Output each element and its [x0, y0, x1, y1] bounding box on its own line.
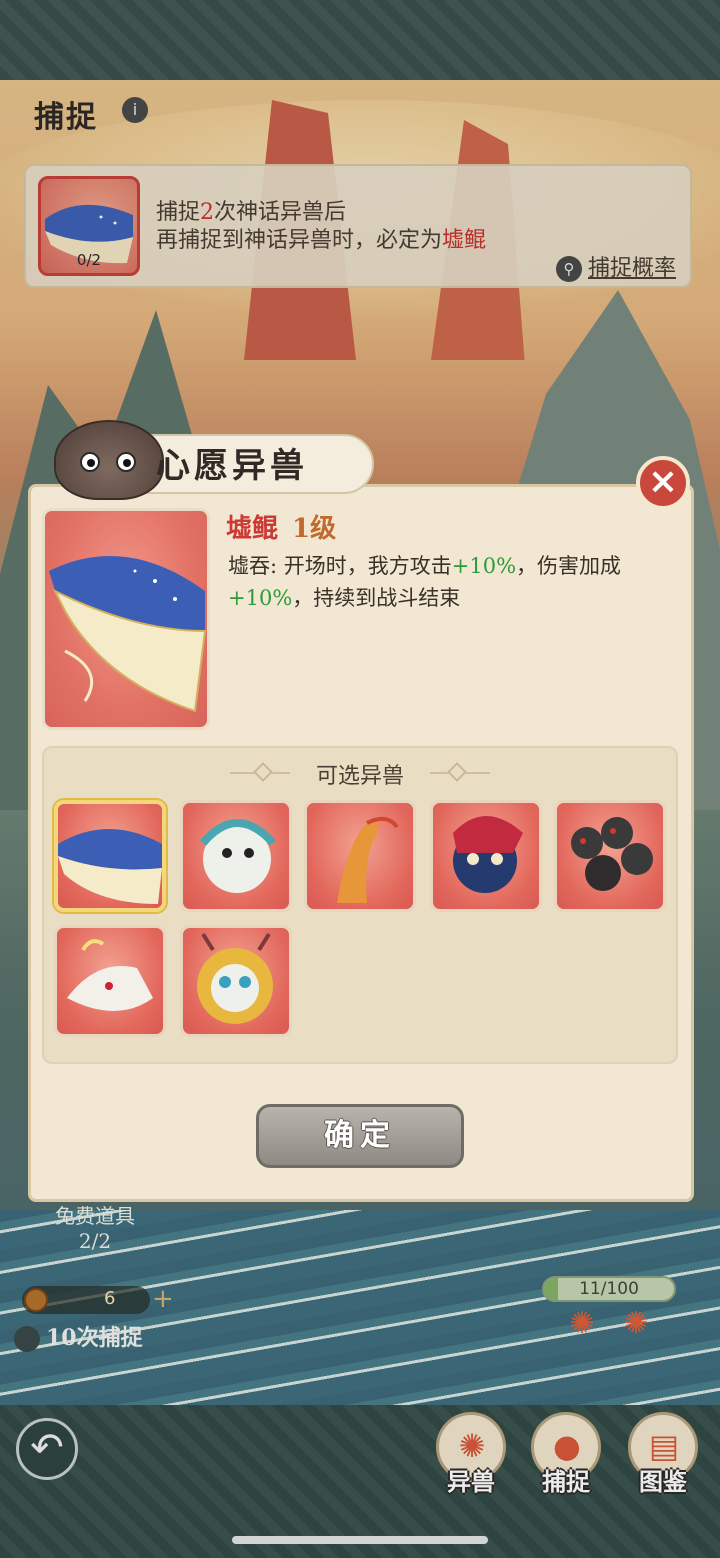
- beast-slot-lion[interactable]: [180, 800, 292, 912]
- selected-beast-name: 墟鲲 1级: [226, 514, 337, 544]
- beast-slot-dragon[interactable]: [430, 800, 542, 912]
- white-fox-art: [67, 939, 153, 1011]
- selectable-beasts-title: 可选异兽: [315, 764, 404, 789]
- beast-slot-hydra[interactable]: [554, 800, 666, 912]
- lion-beast-art: [199, 819, 276, 893]
- whale-art: [58, 829, 162, 904]
- furball-beast-art: [197, 932, 273, 1024]
- selected-beast-portrait: [42, 508, 210, 730]
- mascot-eye-left: [80, 452, 100, 472]
- mascot-eye-right: [116, 452, 136, 472]
- selected-beast-level: 1级: [292, 514, 337, 544]
- beast-slot-whale[interactable]: [54, 800, 166, 912]
- beast-slot-fox[interactable]: [54, 925, 166, 1037]
- close-icon[interactable]: ×: [636, 456, 690, 510]
- modal-title: 心愿异兽: [156, 446, 308, 486]
- hydra-serpent-art: [571, 817, 653, 891]
- whale-portrait-art: [49, 555, 207, 713]
- dragon-beast-art: [453, 816, 523, 893]
- beast-slot-furball[interactable]: [180, 925, 292, 1037]
- beast-slot-phoenix[interactable]: [304, 800, 416, 912]
- modal-title-tab: 心愿异兽: [54, 420, 374, 500]
- mascot-beast-icon: [54, 420, 164, 500]
- phoenix-art: [337, 816, 399, 903]
- confirm-button[interactable]: 确定: [256, 1104, 464, 1168]
- selected-beast-skill-desc: 墟吞: 开场时，我方攻击+10%，伤害加成+10%，持续到战斗结束: [228, 554, 622, 610]
